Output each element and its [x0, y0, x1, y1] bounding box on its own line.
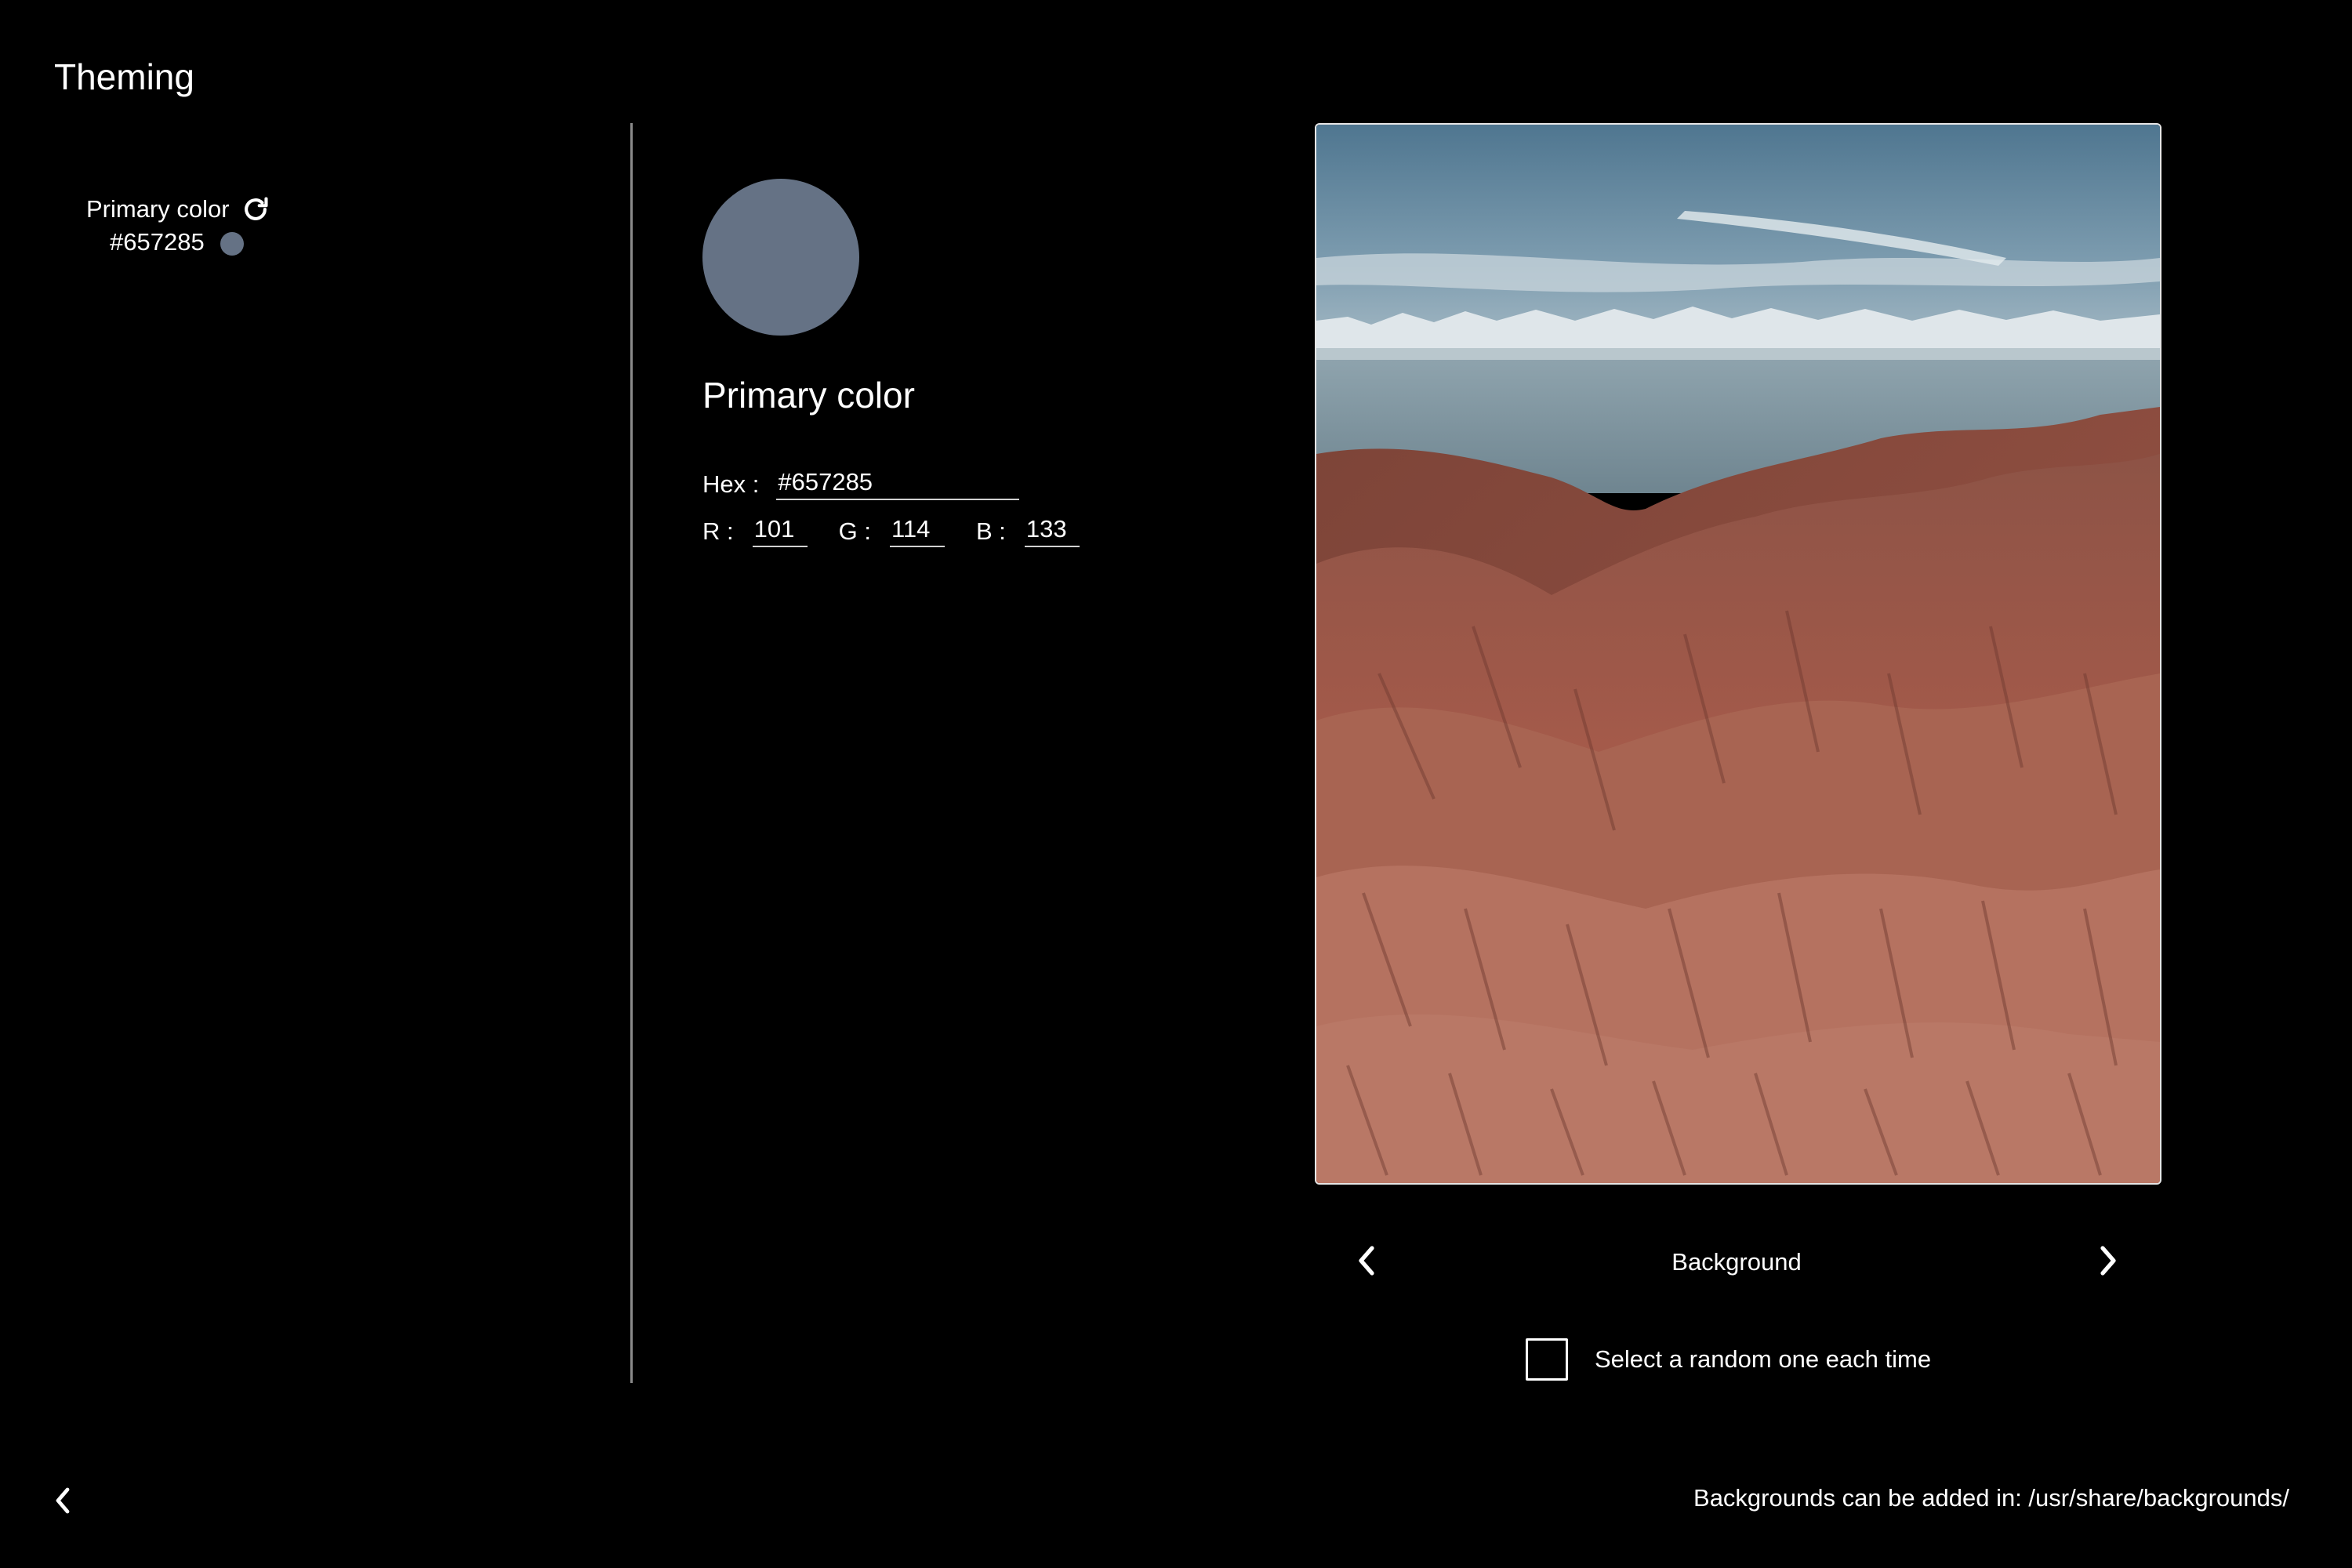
background-preview-image — [1316, 125, 2160, 1183]
hex-label: Hex : — [702, 470, 760, 498]
sidebar-item-label: Primary color — [86, 195, 230, 223]
background-label: Background — [1671, 1248, 1802, 1276]
rgb-field-row: R : G : B : — [702, 513, 1111, 547]
b-label: B : — [975, 517, 1006, 545]
chevron-left-icon — [1359, 1246, 1374, 1276]
random-label: Select a random one each time — [1595, 1345, 1932, 1373]
back-button[interactable] — [47, 1482, 78, 1519]
r-label: R : — [702, 517, 734, 545]
chevron-right-icon — [2100, 1246, 2116, 1276]
sidebar-item-header: Primary color — [86, 191, 321, 227]
backgrounds-path-note: Backgrounds can be added in: /usr/share/… — [1693, 1484, 2289, 1512]
b-input[interactable] — [1024, 513, 1080, 547]
random-background-option[interactable]: Select a random one each time — [1526, 1338, 1931, 1381]
theming-page: Theming Primary color #657285 Primary co… — [0, 0, 2352, 1568]
random-checkbox[interactable] — [1526, 1338, 1568, 1381]
chevron-left-icon — [56, 1487, 70, 1514]
page-title: Theming — [54, 56, 194, 97]
sidebar-item-primary-color[interactable]: Primary color #657285 — [86, 191, 321, 257]
g-input[interactable] — [889, 513, 945, 547]
hex-field-row: Hex : — [702, 466, 1020, 500]
background-preview — [1315, 123, 2161, 1185]
background-next-button[interactable] — [2089, 1239, 2126, 1283]
g-label: G : — [838, 517, 871, 545]
r-input[interactable] — [752, 513, 808, 547]
background-prev-button[interactable] — [1348, 1239, 1386, 1283]
color-dot — [220, 232, 244, 256]
hex-input[interactable] — [776, 466, 1020, 500]
color-swatch — [702, 179, 859, 336]
reset-icon[interactable] — [241, 194, 270, 224]
editor-title: Primary color — [702, 375, 915, 416]
sidebar-item-value-row: #657285 — [110, 227, 321, 257]
vertical-divider — [630, 123, 633, 1383]
sidebar-item-hex-value: #657285 — [110, 228, 205, 256]
